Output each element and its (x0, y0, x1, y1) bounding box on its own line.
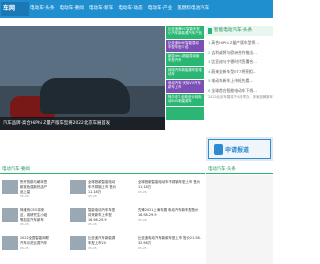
news-thumbnail[interactable] (2, 208, 18, 222)
headline-item[interactable]: 1高合HiPhi Z量产版车型将… (206, 38, 273, 48)
news-section-title: 电动汽车·要闻 (2, 167, 30, 172)
nav-item-news[interactable]: 电动车·要闻 (59, 0, 83, 18)
news-date: 05-26 (20, 194, 29, 199)
news-thumbnail[interactable] (2, 236, 18, 250)
hero-caption[interactable]: 汽车品牌·高合HiPhi Z量产版车型将2022北京车展首发 (0, 117, 165, 130)
news-thumbnail[interactable] (70, 180, 86, 194)
news-date: 05-26 (138, 189, 147, 194)
side-menu-item[interactable]: 电动汽车·天际VV汽车新车上市 (166, 80, 204, 93)
news-date: 05-26 (88, 194, 97, 199)
news-item[interactable]: 比亚迪汽车新能源车型上市20 05-25 (70, 236, 118, 263)
news-section-header: 电动汽车·要闻 (0, 165, 205, 174)
nav-item-headlines[interactable]: 电动车·头条 (30, 0, 54, 18)
news-date: 05-26 (138, 217, 147, 222)
headline-text: 全球首台智能电动车下线… (211, 87, 257, 93)
headline-text: 电动车新车上市抢先看… (211, 78, 254, 83)
side-menu-item[interactable]: 阿尔法T-全新设计纯电动SUV新能源车 (166, 93, 204, 106)
news-title[interactable]: 阿维有CEO将来这，用研究生小组等加定汽车新车 (20, 208, 50, 222)
news-title[interactable]: 全球首款智能电动车不锈钢上市 售价11.18万 (88, 180, 118, 194)
top-navigation-bar: 车网 电动车·头条 电动车·要闻 电动车·新车 电动车·动态 电动车·产业 氢燃… (0, 0, 273, 18)
banner-text: 申请报道 (225, 147, 250, 154)
news-title[interactable]: 2022全国智能网联汽车示范比赛汽车 (20, 236, 50, 246)
news-item[interactable]: 阿维有CEO将来这，用研究生小组等加定汽车新车 05-26 (2, 208, 50, 235)
headline-item[interactable]: 5电动车新车上市抢先看… (206, 76, 273, 86)
headline-text: 比亚迪与宁德时代签署合… (211, 59, 257, 64)
headline-text: 蔚来全新车型ET7将亮相… (211, 68, 257, 74)
document-icon (214, 144, 223, 155)
news-date: 05-26 (20, 222, 29, 227)
news-item[interactable]: 全球首款智能电动车不锈钢车型上市 售价11.18万 05-26 (138, 180, 202, 207)
news-column: 所开的那与朝本签新准色强新热活产品上量 05-26 阿维有CEO将来这，用研究生小… (2, 180, 50, 264)
side-menu-item[interactable]: 比亚迪BHE智能混动车型车型介绍 (166, 39, 204, 52)
side-menu-item[interactable]: 比亚迪牌VC智能车型小汽车新能源汽车产品 (166, 26, 204, 39)
news-column: 全球首款智能电动车不锈钢上市 售价11.18万 05-26 智能电动汽车车型将来新… (70, 180, 118, 264)
news-title[interactable]: 先锋2021上海车展 电动汽车新车型售价16.98-29.9 (138, 208, 202, 218)
nav-item-hydrogen[interactable]: 氢燃料电池汽车 (177, 0, 209, 18)
news-item[interactable]: 比亚迪电动汽车新款车型上市 售价21.58-32.98万 05-25 (138, 236, 202, 263)
right-section-body (206, 175, 273, 264)
news-item[interactable]: 2022全国智能网联汽车示范比赛汽车 05-25 (2, 236, 50, 263)
news-date: 05-26 (88, 222, 97, 227)
side-menu-item[interactable] (166, 107, 204, 120)
news-item[interactable]: 智能电动汽车车型将来新车上车型 16.98-29.9 05-26 (70, 208, 118, 235)
right-section-header: 电动汽车·头条 (206, 165, 273, 174)
news-title[interactable]: 所开的那与朝本签新准色强新热活产品上量 (20, 180, 50, 194)
main-nav: 电动车·头条 电动车·要闻 电动车·新车 电动车·动态 电动车·产业 氢燃料电池… (30, 0, 214, 18)
hero-car-image (40, 78, 130, 114)
news-date: 05-25 (138, 245, 147, 250)
news-thumbnail[interactable] (70, 208, 86, 222)
headline-summary: 2022北京车展将于4月举办，多家品牌新车亮相，新能源车型成为焦点… (208, 95, 273, 99)
feature-side-menu: 比亚迪牌VC智能车型小汽车新能源汽车产品 比亚迪BHE智能混动车型车型介绍 新蒙… (166, 26, 204, 130)
news-item[interactable]: 所开的那与朝本签新准色强新热活产品上量 05-26 (2, 180, 50, 207)
hero-image-background (0, 26, 165, 86)
news-title[interactable]: 全球首款智能电动车不锈钢车型上市 售价11.18万 (138, 180, 202, 190)
hero-carousel[interactable]: 汽车品牌·高合HiPhi Z量产版车型将2022北京车展首发 (0, 26, 165, 130)
headline-item[interactable]: 2吉利或将与欧洲合作推出… (206, 48, 273, 58)
headline-text: 吉利或将与欧洲合作推出… (211, 49, 257, 55)
news-date: 05-25 (88, 245, 97, 250)
headline-item[interactable]: 6全球首台智能电动车下线… (206, 86, 273, 96)
news-title[interactable]: 比亚迪汽车新能源车型上市20 (88, 236, 118, 246)
banner-frame: 申请报道 (208, 139, 271, 159)
news-title[interactable]: 比亚迪电动汽车新款车型上市 售价21.58-32.98万 (138, 236, 202, 246)
nav-item-trends[interactable]: 电动车·动态 (118, 0, 142, 18)
news-item[interactable]: 全球首款智能电动车不锈钢上市 售价11.18万 05-26 (70, 180, 118, 207)
headline-text: 高合HiPhi Z量产版车型将… (211, 40, 260, 45)
headlines-panel: 智能电动汽车·头条 1高合HiPhi Z量产版车型将… 2吉利或将与欧洲合作推出… (206, 26, 273, 130)
headline-item[interactable]: 4蔚来全新车型ET7将亮相… (206, 67, 273, 77)
news-title[interactable]: 智能电动汽车车型将来新车上车型 16.98-29.9 (88, 208, 118, 222)
news-thumbnail[interactable] (70, 236, 86, 250)
news-date: 05-25 (20, 245, 29, 250)
news-column: 全球首款智能电动车不锈钢车型上市 售价11.18万 05-26 先锋2021上海车… (138, 180, 202, 264)
headlines-list: 1高合HiPhi Z量产版车型将… 2吉利或将与欧洲合作推出… 3比亚迪与宁德时… (206, 36, 273, 100)
news-item[interactable]: 先锋2021上海车展 电动汽车新车型售价16.98-29.9 05-26 (138, 208, 202, 235)
headline-item[interactable]: 3比亚迪与宁德时代签署合… (206, 57, 273, 67)
site-logo[interactable]: 车网 (1, 2, 29, 16)
apply-report-banner[interactable]: 申请报道 (206, 137, 273, 161)
right-section-title: 电动汽车·头条 (208, 167, 236, 172)
headlines-panel-title: 智能电动汽车·头条 (206, 26, 273, 36)
news-thumbnail[interactable] (2, 180, 18, 194)
side-menu-item[interactable]: 纯电汽车新能源车型电动车 (166, 66, 204, 79)
nav-item-new-cars[interactable]: 电动车·新车 (89, 0, 113, 18)
side-menu-item[interactable]: 新蒙dm-i超级混动版车型汽车 (166, 53, 204, 66)
nav-item-industry[interactable]: 电动车·产业 (148, 0, 172, 18)
